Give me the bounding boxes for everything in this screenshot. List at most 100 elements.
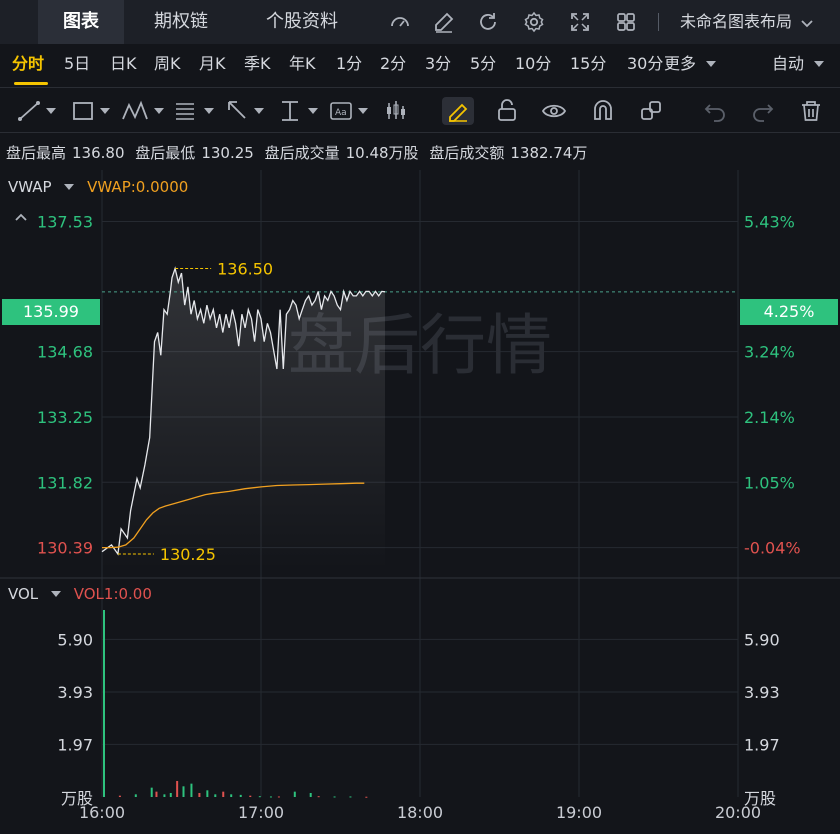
- volume-bar: [249, 795, 252, 797]
- period-month[interactable]: 月K: [199, 44, 226, 84]
- period-week[interactable]: 周K: [154, 44, 181, 84]
- volume-value: 10.48万股: [345, 144, 419, 162]
- tab-stock-profile[interactable]: 个股资料: [240, 0, 364, 44]
- volume-bar: [155, 791, 158, 797]
- pencil-icon[interactable]: [432, 10, 456, 34]
- max-price-marker: 136.50: [217, 260, 273, 279]
- low-label: 盘后最低: [135, 144, 196, 162]
- period-quarter[interactable]: 季K: [244, 44, 271, 84]
- period-1m[interactable]: 1分: [336, 44, 362, 84]
- price-tick-right: 2.14%: [744, 408, 795, 427]
- speedometer-icon[interactable]: [388, 10, 412, 34]
- refresh-icon[interactable]: [476, 10, 500, 34]
- price-tick-left: 131.82: [37, 473, 93, 492]
- period-2m[interactable]: 2分: [380, 44, 406, 84]
- fullscreen-icon[interactable]: [568, 10, 592, 34]
- vwap-indicator-row[interactable]: VWAP VWAP:0.0000: [8, 178, 188, 196]
- volume-bar: [309, 792, 312, 797]
- link-icon[interactable]: [638, 97, 664, 125]
- amount-value: 1382.74万: [510, 144, 588, 162]
- gear-icon[interactable]: [522, 10, 546, 34]
- period-bar: 分时 5日 日K 周K 月K 季K 年K 1分 2分 3分 5分 10分 15分…: [0, 44, 840, 88]
- undo-icon[interactable]: [702, 97, 728, 125]
- volume-bar: [222, 791, 225, 797]
- trash-icon[interactable]: [798, 97, 824, 125]
- high-label: 盘后最高: [6, 144, 67, 162]
- auto-label: 自动: [772, 54, 805, 73]
- auto-scale-button[interactable]: 自动: [772, 44, 825, 84]
- volume-bar: [333, 796, 336, 798]
- price-tick-right: 1.05%: [744, 473, 795, 492]
- volume-bar: [317, 796, 320, 798]
- period-day[interactable]: 日K: [110, 44, 137, 84]
- intraday-chart[interactable]: 盘后行情 16:00 17:00 18:00 19:00 20:00137.53 5.43…: [0, 170, 840, 834]
- volume-bar: [169, 792, 172, 797]
- caret-down-icon: [814, 61, 825, 67]
- price-tick-left: 137.53: [37, 212, 93, 231]
- volume-bar: [182, 786, 185, 797]
- highlighter-icon: [449, 103, 468, 122]
- redo-icon[interactable]: [750, 97, 776, 125]
- more-periods-button[interactable]: 更多: [664, 44, 717, 84]
- period-year[interactable]: 年K: [289, 44, 316, 84]
- volume-label: 盘后成交量: [264, 144, 340, 162]
- vol-unit-left: 万股: [61, 789, 93, 808]
- volume-bar: [293, 791, 296, 797]
- volume-bar: [198, 792, 201, 797]
- volume-bar: [150, 787, 153, 797]
- measure-icon[interactable]: [278, 97, 324, 125]
- vol-tick-left: 1.97: [57, 735, 93, 754]
- pattern-icon[interactable]: [120, 97, 170, 125]
- candle-icon[interactable]: [384, 97, 408, 125]
- volume-bar: [269, 796, 272, 798]
- period-10m[interactable]: 10分: [515, 44, 551, 84]
- volume-bar: [258, 796, 261, 798]
- period-5d[interactable]: 5日: [64, 44, 90, 84]
- vol-tick-left: 3.93: [57, 683, 93, 702]
- volume-bar: [163, 794, 166, 797]
- tab-chart[interactable]: 图表: [38, 0, 124, 44]
- eye-icon[interactable]: [540, 97, 568, 125]
- text-icon[interactable]: Aa: [328, 97, 374, 125]
- volume-bar: [365, 796, 368, 798]
- volume-bar: [277, 796, 280, 798]
- vol-unit-right: 万股: [744, 789, 776, 808]
- arrow-icon[interactable]: [224, 97, 270, 125]
- period-15m[interactable]: 15分: [570, 44, 606, 84]
- volume-bar: [214, 794, 217, 797]
- vol-tick-left: 5.90: [57, 630, 93, 649]
- vol-indicator-row[interactable]: VOL VOL1:0.00: [8, 585, 152, 603]
- caret-down-icon: [706, 61, 717, 67]
- price-tick-left: 133.25: [37, 408, 93, 427]
- period-5m[interactable]: 5分: [470, 44, 496, 84]
- highlighter-button[interactable]: [442, 97, 474, 125]
- volume-bar: [190, 783, 193, 797]
- x-tick-label: 18:00: [397, 803, 443, 822]
- active-period-indicator: [14, 82, 48, 85]
- volume-bar: [134, 794, 137, 797]
- min-price-marker: 130.25: [160, 545, 216, 564]
- volume-bar: [230, 794, 233, 797]
- volume-bar: [349, 796, 352, 798]
- tab-option-chain[interactable]: 期权链: [124, 0, 238, 44]
- price-tick-right: 5.43%: [744, 212, 795, 231]
- volume-bar: [176, 780, 179, 797]
- rectangle-icon[interactable]: [70, 97, 116, 125]
- price-tick-left: 134.68: [37, 343, 93, 362]
- vol-name: VOL: [8, 585, 39, 603]
- vol-tick-right: 5.90: [744, 630, 780, 649]
- layout-name: 未命名图表布局: [680, 12, 793, 31]
- period-intraday[interactable]: 分时: [12, 44, 44, 84]
- grid-icon[interactable]: [614, 10, 638, 34]
- toolbar-divider: [658, 13, 659, 31]
- layout-selector[interactable]: 未命名图表布局: [680, 0, 813, 44]
- high-value: 136.80: [72, 144, 125, 162]
- period-3m[interactable]: 3分: [425, 44, 451, 84]
- period-30m[interactable]: 30分: [627, 44, 663, 84]
- lock-icon[interactable]: [494, 97, 520, 125]
- magnet-icon[interactable]: [590, 97, 616, 125]
- amount-label: 盘后成交额: [429, 144, 505, 162]
- fib-icon[interactable]: [172, 97, 220, 125]
- trendline-icon[interactable]: [16, 97, 62, 125]
- collapse-chevron-icon[interactable]: [14, 212, 28, 222]
